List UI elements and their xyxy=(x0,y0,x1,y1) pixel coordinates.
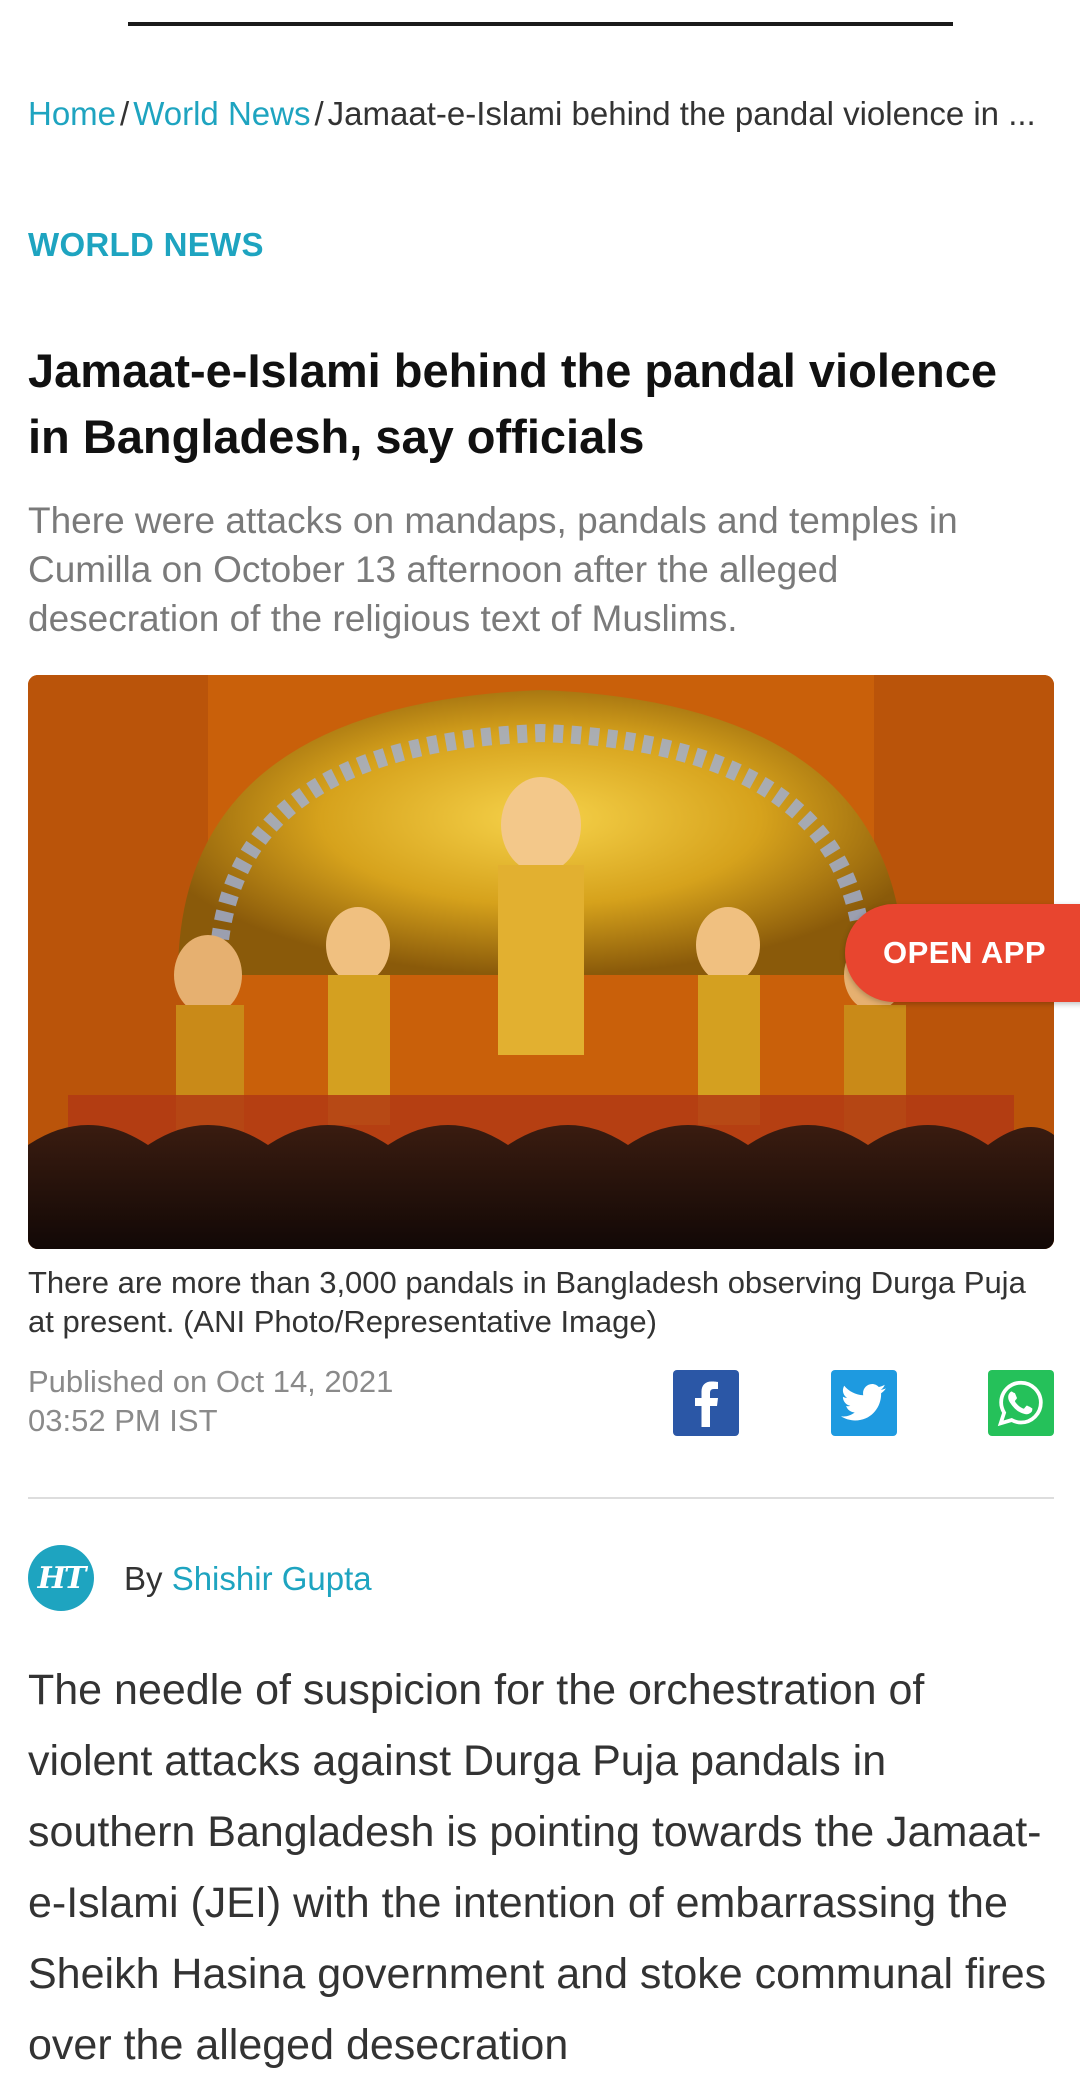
breadcrumb-separator: / xyxy=(314,95,324,132)
article-headline: Jamaat-e-Islami behind the pandal violen… xyxy=(28,344,998,463)
whatsapp-icon xyxy=(997,1380,1043,1427)
author-link[interactable]: Shishir Gupta xyxy=(172,1560,372,1597)
byline-prefix: By xyxy=(124,1560,163,1597)
article-summary: There were attacks on mandaps, pandals a… xyxy=(28,500,958,639)
breadcrumb-world-news-link[interactable]: World News xyxy=(133,95,310,132)
article-body-paragraph: The needle of suspicion for the orchestr… xyxy=(28,1666,1047,2069)
published-time-line: 03:52 PM IST xyxy=(28,1403,218,1438)
byline: By Shishir Gupta xyxy=(124,1558,372,1600)
whatsapp-share-button[interactable] xyxy=(988,1370,1054,1436)
image-caption: There are more than 3,000 pandals in Ban… xyxy=(28,1265,1026,1339)
breadcrumb-current: Jamaat-e-Islami behind the pandal violen… xyxy=(327,95,1036,132)
section-divider xyxy=(28,1497,1054,1499)
breadcrumb-separator: / xyxy=(120,95,130,132)
published-date: Published on Oct 14, 2021 03:52 PM IST xyxy=(28,1362,528,1440)
ht-logo-avatar: HT xyxy=(28,1545,94,1611)
article-page: Home / World News / Jamaat-e-Islami behind t… xyxy=(0,0,1080,2098)
published-date-line: Published on Oct 14, 2021 xyxy=(28,1364,394,1399)
breadcrumb: Home / World News / Jamaat-e-Islami behind t… xyxy=(28,92,1058,136)
top-divider xyxy=(128,22,953,26)
open-app-button[interactable]: OPEN APP xyxy=(845,904,1080,1002)
breadcrumb-home-link[interactable]: Home xyxy=(28,95,116,132)
twitter-icon xyxy=(841,1384,887,1421)
facebook-icon xyxy=(695,1381,718,1427)
facebook-share-button[interactable] xyxy=(673,1370,739,1436)
twitter-share-button[interactable] xyxy=(831,1370,897,1436)
section-label[interactable]: WORLD NEWS xyxy=(28,226,264,264)
